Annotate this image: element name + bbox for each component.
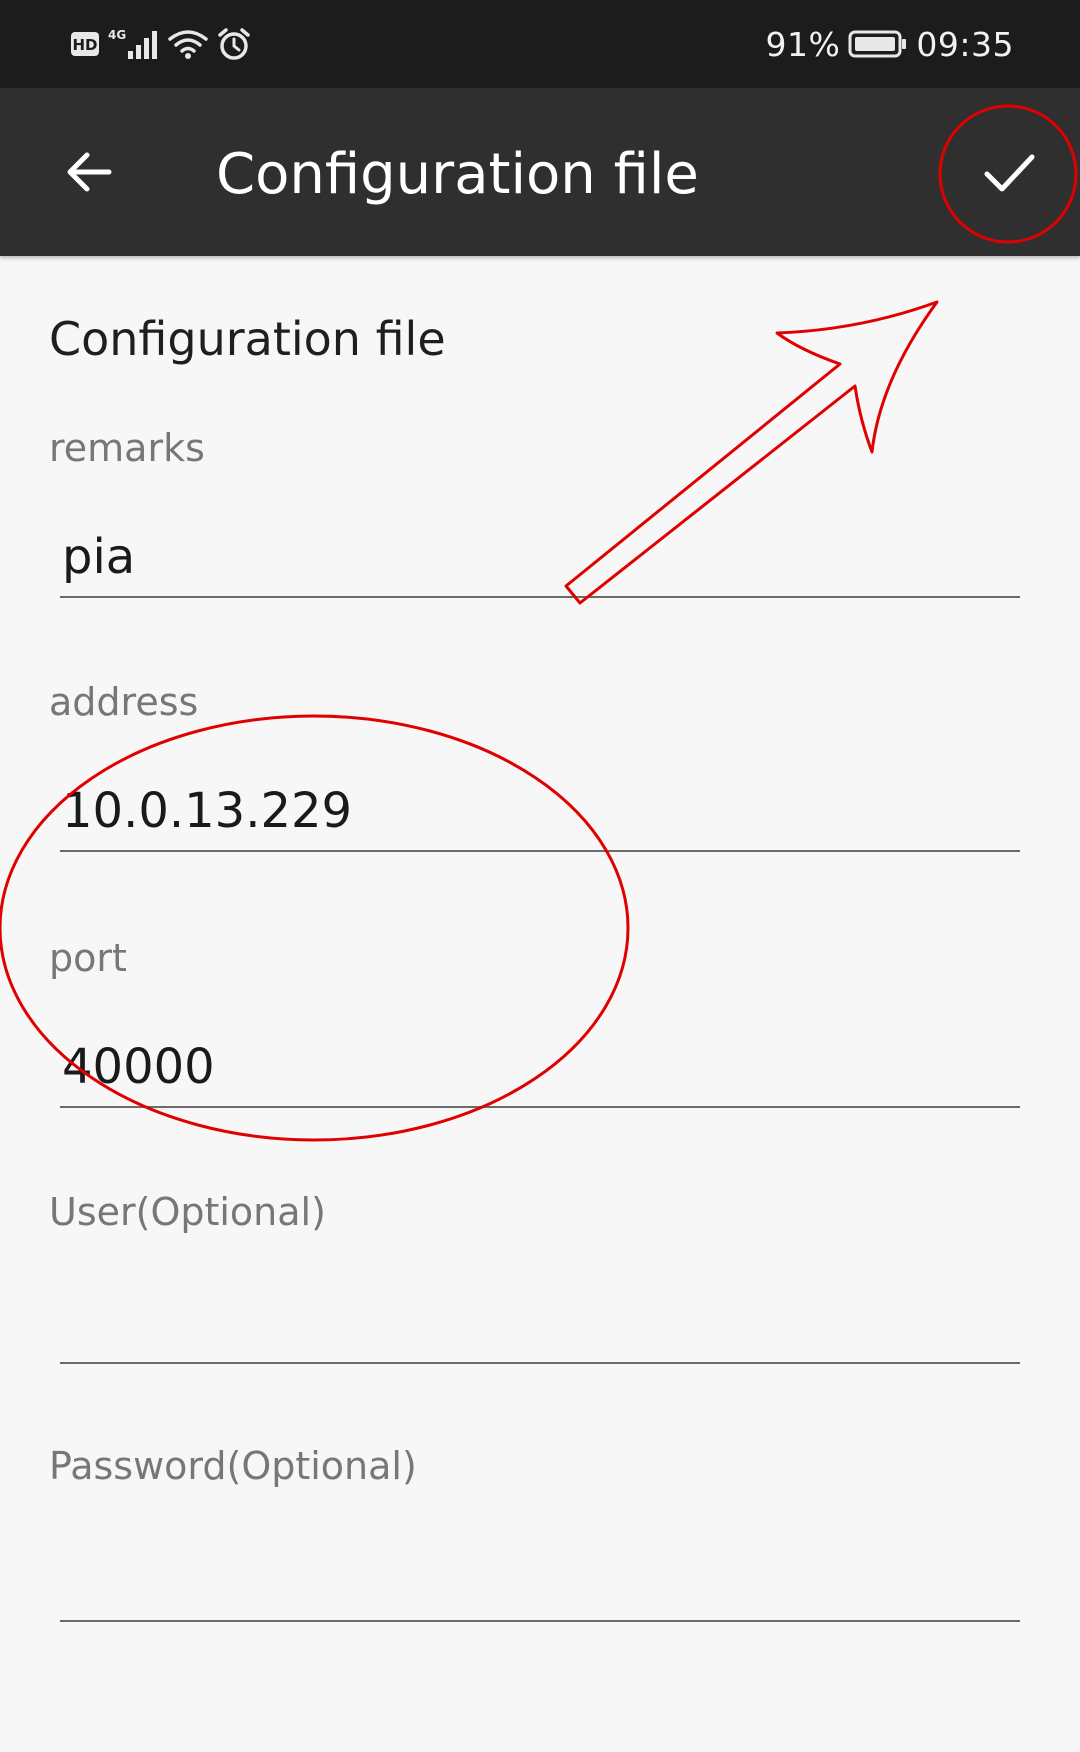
status-time: 09:35 [916, 24, 1014, 64]
4g-signal-icon: 4G [108, 28, 157, 59]
app-bar: Configuration file [0, 88, 1080, 256]
section-title: Configuration file [49, 312, 446, 366]
remarks-field[interactable] [60, 518, 1020, 598]
status-right: 91% 09:35 [766, 18, 1014, 70]
back-button[interactable] [44, 127, 134, 217]
user-field[interactable] [60, 1284, 1020, 1364]
user-label: User(Optional) [49, 1190, 326, 1234]
svg-text:4G: 4G [108, 28, 126, 42]
svg-text:HD: HD [72, 36, 97, 54]
remarks-label: remarks [49, 426, 205, 470]
status-bar: HD 4G 91% 09:35 [0, 0, 1080, 88]
port-field[interactable] [60, 1028, 1020, 1108]
port-label: port [49, 936, 127, 980]
battery-icon [848, 30, 907, 58]
password-label: Password(Optional) [49, 1444, 417, 1488]
status-icons: HD 4G [70, 24, 252, 64]
check-icon [984, 154, 1035, 192]
address-label: address [49, 680, 199, 724]
alarm-icon [218, 28, 250, 60]
arrow-left-icon [67, 152, 112, 192]
password-field[interactable] [60, 1542, 1020, 1622]
hd-icon: HD [71, 32, 99, 56]
address-field[interactable] [60, 772, 1020, 852]
battery-percent: 91% [765, 24, 841, 64]
page-title: Configuration file [216, 142, 699, 207]
confirm-button[interactable] [964, 127, 1054, 217]
wifi-icon [168, 30, 208, 59]
